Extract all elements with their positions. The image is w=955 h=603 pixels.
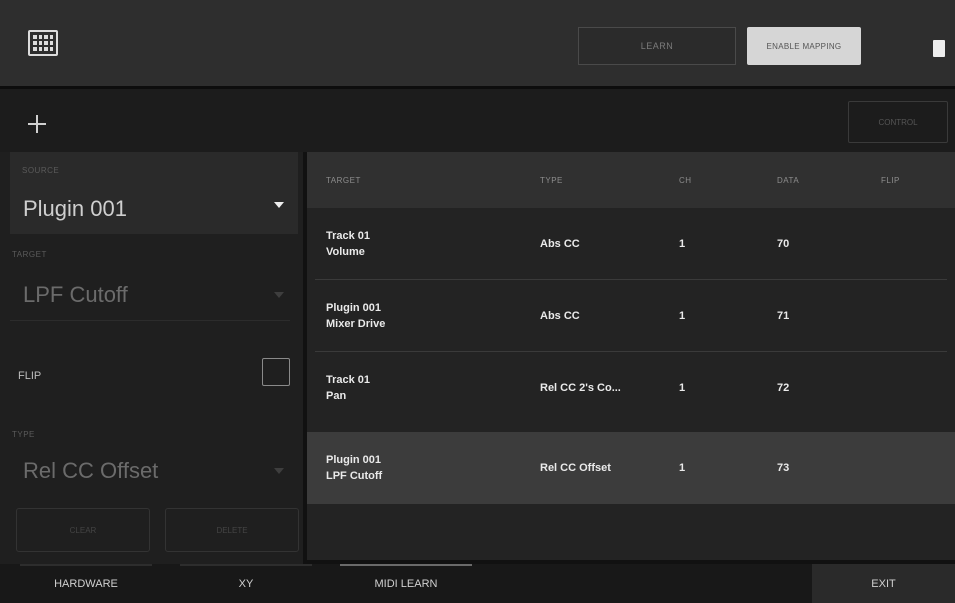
row-type: Abs CC xyxy=(540,238,580,250)
row-type: Abs CC xyxy=(540,310,580,322)
row-target: Plugin 001 LPF Cutoff xyxy=(326,454,383,482)
column-header-data[interactable]: DATA xyxy=(777,176,799,185)
grid-menu-icon[interactable] xyxy=(28,30,58,56)
type-label: TYPE xyxy=(12,430,35,439)
target-dropdown[interactable]: LPF Cutoff xyxy=(23,282,128,308)
enable-mapping-button[interactable]: ENABLE MAPPING xyxy=(747,27,861,65)
source-dropdown[interactable]: SOURCE Plugin 001 xyxy=(10,152,298,234)
column-header-flip[interactable]: FLIP xyxy=(881,176,900,185)
row-data: 72 xyxy=(777,382,790,394)
dropdown-arrow-icon xyxy=(274,468,284,474)
row-ch: 1 xyxy=(679,462,686,474)
type-dropdown[interactable]: Rel CC Offset xyxy=(23,458,158,484)
row-ch: 1 xyxy=(679,310,686,322)
row-ch: 1 xyxy=(679,238,686,250)
row-target: Track 01 Pan xyxy=(326,374,371,402)
top-bar: LEARN ENABLE MAPPING xyxy=(0,0,955,86)
mapping-editor-panel: SOURCE Plugin 001 TARGET LPF Cutoff FLIP… xyxy=(0,152,303,564)
row-data: 73 xyxy=(777,462,790,474)
row-target: Track 01 Volume xyxy=(326,230,371,258)
tab-hardware[interactable]: HARDWARE xyxy=(20,564,152,603)
target-label: TARGET xyxy=(12,250,47,259)
row-data: 71 xyxy=(777,310,790,322)
mapping-table: TARGET TYPE CH DATA FLIP Track 01 Volume … xyxy=(307,152,955,560)
tab-midi-learn[interactable]: MIDI LEARN xyxy=(340,564,472,603)
row-data: 70 xyxy=(777,238,790,250)
delete-button[interactable]: DELETE xyxy=(165,508,299,552)
dropdown-arrow-icon xyxy=(274,292,284,298)
table-row[interactable]: Plugin 001 Mixer Drive Abs CC 1 71 xyxy=(307,280,955,352)
clear-button[interactable]: CLEAR xyxy=(16,508,150,552)
plus-icon[interactable] xyxy=(28,115,46,133)
column-header-type[interactable]: TYPE xyxy=(540,176,563,185)
tab-xy[interactable]: XY xyxy=(180,564,312,603)
table-row[interactable]: Track 01 Pan Rel CC 2's Co... 1 72 xyxy=(307,352,955,424)
bottom-nav: HARDWARE XY MIDI LEARN EXIT xyxy=(0,564,955,603)
clip-icon[interactable] xyxy=(933,40,945,57)
table-row[interactable]: Track 01 Volume Abs CC 1 70 xyxy=(307,208,955,280)
control-button[interactable]: CONTROL xyxy=(848,101,948,143)
table-row-selected[interactable]: Plugin 001 LPF Cutoff Rel CC Offset 1 73 xyxy=(307,432,955,504)
row-type: Rel CC Offset xyxy=(540,462,611,474)
row-ch: 1 xyxy=(679,382,686,394)
column-header-target[interactable]: TARGET xyxy=(326,176,361,185)
flip-label: FLIP xyxy=(18,370,42,382)
learn-button[interactable]: LEARN xyxy=(578,27,736,65)
table-header: TARGET TYPE CH DATA FLIP xyxy=(307,152,955,208)
row-target: Plugin 001 Mixer Drive xyxy=(326,302,386,330)
exit-button[interactable]: EXIT xyxy=(812,564,955,603)
column-header-ch[interactable]: CH xyxy=(679,176,692,185)
row-type: Rel CC 2's Co... xyxy=(540,382,621,394)
flip-checkbox[interactable] xyxy=(262,358,290,386)
dropdown-arrow-icon xyxy=(274,202,284,208)
source-value: Plugin 001 xyxy=(23,196,127,221)
divider xyxy=(10,320,290,321)
source-label: SOURCE xyxy=(22,166,60,175)
exit-label: EXIT xyxy=(871,577,896,590)
mapping-toolbar: CONTROL xyxy=(0,86,955,152)
